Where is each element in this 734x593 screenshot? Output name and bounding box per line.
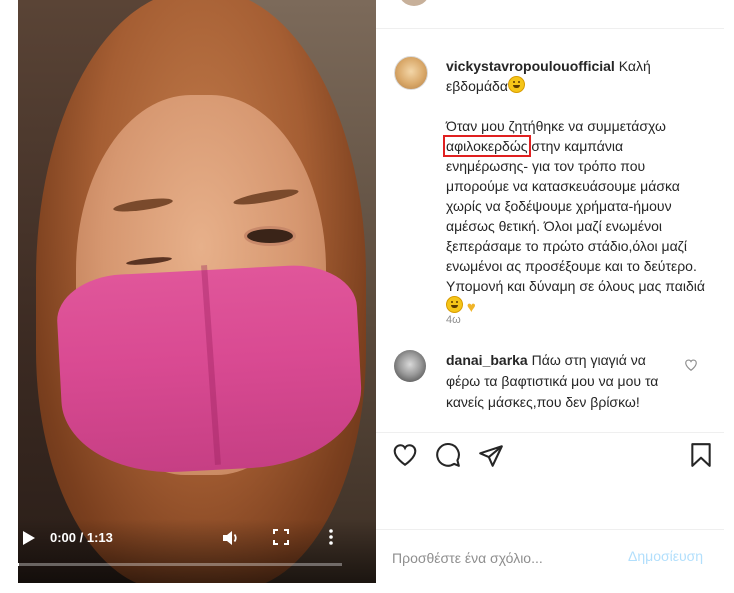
yellow-heart-emoji-icon: ♥: [466, 299, 476, 316]
commenter-avatar[interactable]: [394, 350, 426, 382]
header-divider: [376, 28, 724, 29]
post-timestamp[interactable]: 4ω: [446, 314, 461, 326]
paper-plane-icon[interactable]: [478, 443, 504, 469]
author-username-link[interactable]: vickystavropoulouofficial: [446, 58, 615, 74]
video-time-display: 0:00 / 1:13: [50, 530, 113, 545]
volume-icon[interactable]: [222, 529, 240, 547]
comment-item: danai_barka Πάω στη γιαγιά να φέρω τα βα…: [446, 350, 664, 413]
header-avatar[interactable]: [398, 0, 430, 6]
caption-highlighted-word: αφιλοκερδώς: [443, 135, 531, 157]
heart-icon[interactable]: [392, 442, 418, 468]
video-progress-fill: [16, 563, 20, 566]
actions-divider: [376, 432, 724, 433]
video-controls-bar: [18, 519, 376, 583]
fullscreen-icon[interactable]: [273, 529, 289, 545]
caption-text-rest: στην καμπάνια ενημέρωσης- για τον τρόπο …: [446, 138, 705, 294]
post-caption: vickystavropoulouofficial Καλή εβδομάδα …: [443, 56, 708, 318]
smiley-emoji-icon: [446, 296, 463, 313]
video-subject-right-eye: [244, 226, 296, 246]
bookmark-icon[interactable]: [688, 442, 714, 468]
video-progress-track[interactable]: [16, 563, 342, 566]
play-icon[interactable]: [20, 530, 36, 546]
more-vertical-icon[interactable]: [327, 528, 335, 546]
video-player[interactable]: [18, 0, 376, 583]
author-avatar[interactable]: [394, 56, 428, 90]
caption-text-start: Όταν μου ζητήθηκε να συμμετάσχω: [446, 118, 666, 134]
small-heart-icon[interactable]: [684, 358, 698, 372]
comment-bubble-icon[interactable]: [435, 442, 461, 468]
commenter-username-link[interactable]: danai_barka: [446, 352, 528, 368]
smiley-emoji-icon: [507, 76, 525, 93]
composer-divider: [376, 529, 724, 530]
post-comment-button[interactable]: Δημοσίευση: [628, 548, 703, 564]
comment-input[interactable]: [392, 548, 622, 568]
